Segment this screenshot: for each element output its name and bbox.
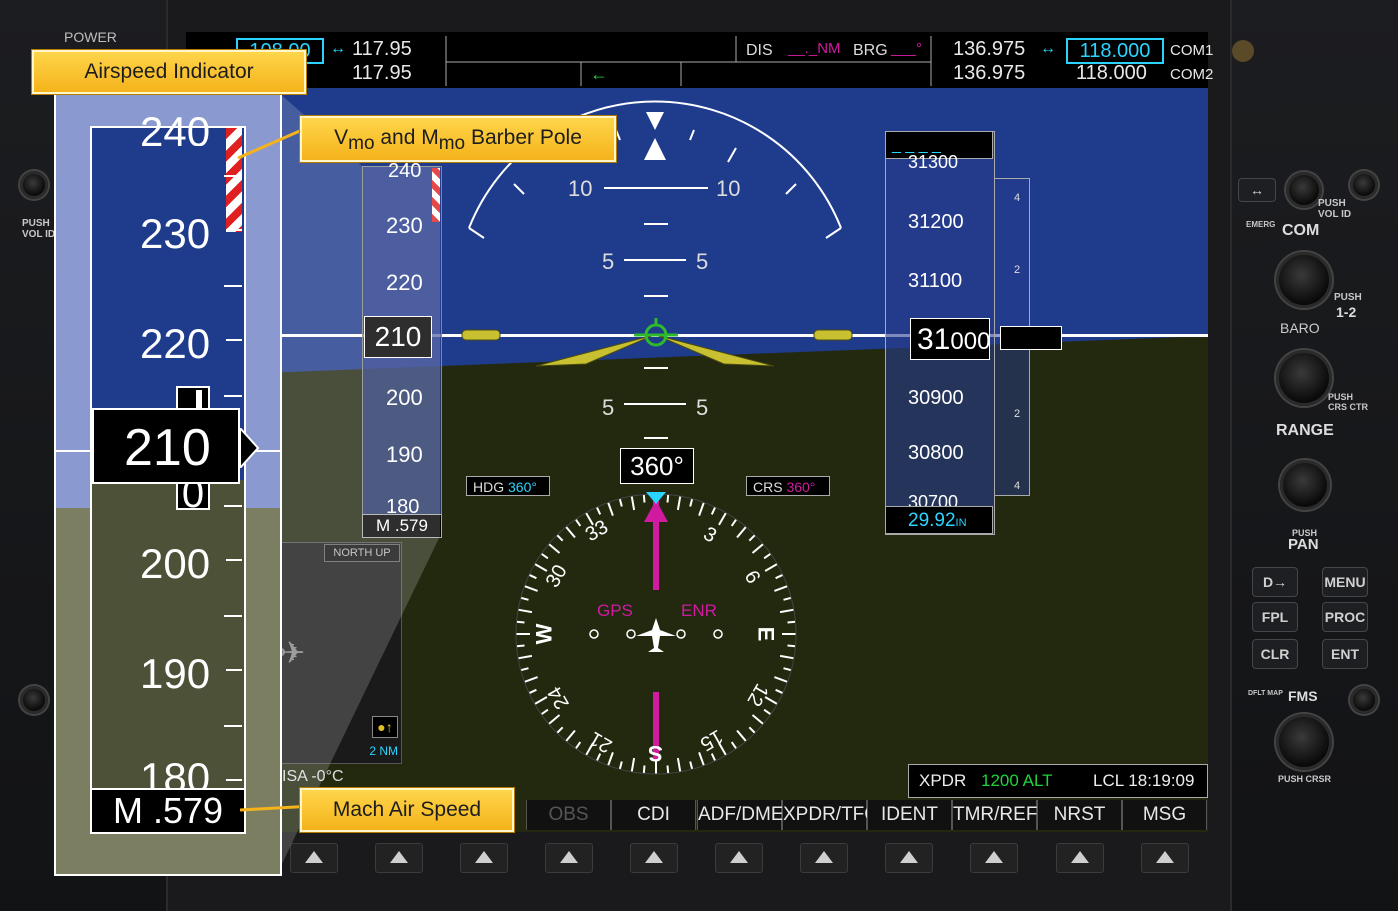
ent-button[interactable]: ENT (1322, 639, 1368, 669)
photocell-sensor (1232, 40, 1254, 62)
range-knob[interactable] (1280, 460, 1330, 510)
push-crs-ctr-label: PUSH CRS CTR (1328, 392, 1368, 412)
callout-barber-rest: Barber Pole (465, 126, 582, 149)
clr-button[interactable]: CLR (1252, 639, 1298, 669)
right-upper-screw-knob[interactable] (1350, 171, 1378, 199)
callout-barber-and: and M (374, 126, 439, 149)
callout-barber-pole-leader (237, 128, 303, 160)
range-label: RANGE (1276, 422, 1334, 439)
mag-as-tick-220: 220 (140, 320, 211, 367)
magnified-airspeed-panel: 240 230 220 200 190 180 210 0 M .579 (54, 92, 282, 876)
direct-to-button[interactable]: D→ (1252, 567, 1298, 597)
push-vol-id-label: PUSH VOL ID (1318, 198, 1352, 220)
pan-label: PAN (1288, 536, 1319, 553)
magnified-mach-readout: M .579 (90, 788, 246, 834)
mag-as-tick-240: 240 (140, 112, 211, 146)
magnified-airspeed-readout: 210 (92, 408, 240, 484)
one-two-label: 1-2 (1336, 304, 1357, 320)
mag-as-tick-230: 230 (140, 210, 211, 257)
mag-as-tick-200: 200 (140, 540, 211, 587)
callout-barber-mo2: mo (438, 133, 466, 155)
callout-barber-v: V (334, 126, 349, 149)
right-lower-screw-knob[interactable] (1350, 686, 1378, 714)
callout-barber-pole: Vmo and Mmo Barber Pole (300, 116, 616, 162)
magnified-readout-pointer (240, 428, 260, 468)
dflt-map-label: DFLT MAP (1248, 690, 1283, 697)
emerg-label: EMERG (1246, 220, 1276, 229)
com-label: COM (1282, 222, 1320, 239)
callout-mach-air-speed: Mach Air Speed (300, 788, 514, 832)
fms-knob[interactable] (1276, 714, 1332, 770)
proc-button[interactable]: PROC (1322, 602, 1368, 632)
callout-barber-mo1: mo (348, 133, 375, 155)
menu-button[interactable]: MENU (1322, 567, 1368, 597)
push-crsr-label: PUSH CRSR (1278, 774, 1332, 784)
mag-as-tick-180: 180 (140, 754, 211, 790)
callout-airspeed-indicator: Airspeed Indicator (32, 50, 306, 94)
com-frequency-knob[interactable] (1276, 252, 1332, 308)
baro-knob[interactable] (1276, 350, 1332, 406)
mag-as-tick-190: 190 (140, 650, 211, 697)
magnified-readout-digit: 0 (176, 484, 210, 510)
push-12-label: PUSH (1334, 292, 1362, 303)
baro-label: BARO (1280, 320, 1320, 336)
com-swap-button[interactable]: ↔ (1238, 178, 1276, 202)
fpl-button[interactable]: FPL (1252, 602, 1298, 632)
fms-label: FMS (1288, 688, 1318, 704)
com-volume-knob[interactable] (1286, 172, 1322, 208)
